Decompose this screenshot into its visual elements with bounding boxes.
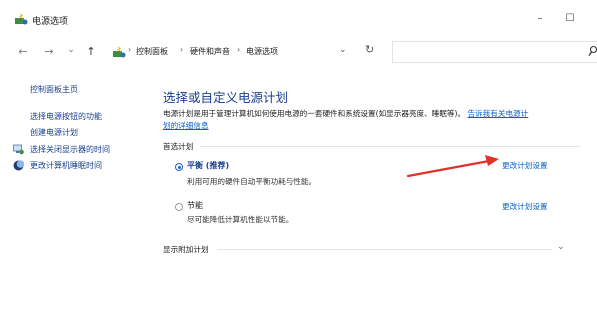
plan-power-saver-description: 尽可能降低计算机性能以节能。 <box>187 215 294 224</box>
maximize-button[interactable]: ☐ <box>561 10 579 28</box>
plan-balanced-description: 利用可用的硬件自动平衡功耗与性能。 <box>187 177 317 186</box>
search-input[interactable] <box>392 41 597 63</box>
back-button[interactable]: ← <box>16 45 30 58</box>
section-divider <box>200 146 580 147</box>
sidebar-item-power-button[interactable]: 选择电源按钮的功能 <box>30 111 102 122</box>
address-dropdown-icon[interactable]: ⌄ <box>339 45 347 55</box>
chevron-down-icon[interactable]: ⌄ <box>557 242 565 252</box>
breadcrumb-separator: › <box>180 45 184 54</box>
breadcrumb-hardware-sound[interactable]: 硬件和声音 <box>190 46 230 57</box>
window-title: 电源选项 <box>32 17 69 27</box>
breadcrumb-power-options[interactable]: 电源选项 <box>246 46 278 57</box>
learn-more-link-continued[interactable]: 划的详细信息 <box>163 120 209 131</box>
sidebar-item-display-off-time[interactable]: 选择关闭显示器的时间 <box>30 144 110 155</box>
monitor-power-icon <box>13 144 24 155</box>
title-bar <box>0 0 597 38</box>
power-options-icon <box>15 13 28 25</box>
moon-sleep-icon <box>13 160 24 171</box>
forward-button[interactable]: → <box>42 45 56 58</box>
recent-locations-button[interactable]: ⌄ <box>64 45 78 55</box>
section-divider <box>217 249 552 250</box>
change-plan-settings-link[interactable]: 更改计划设置 <box>502 201 548 212</box>
plan-power-saver-radio[interactable] <box>175 203 183 211</box>
sidebar-item-control-panel-home[interactable]: 控制面板主页 <box>30 84 78 95</box>
breadcrumb-separator: › <box>128 45 132 54</box>
page-title: 选择或自定义电源计划 <box>163 90 289 105</box>
minimize-button[interactable]: – <box>531 10 549 28</box>
plan-power-saver-name[interactable]: 节能 <box>187 200 203 211</box>
learn-more-link[interactable]: 告诉我有关电源计 <box>468 109 529 118</box>
control-panel-icon <box>113 46 126 58</box>
up-button[interactable]: ↑ <box>84 45 98 58</box>
annotation-arrow <box>406 155 499 178</box>
sidebar-item-sleep-time[interactable]: 更改计算机睡眠时间 <box>30 160 102 171</box>
refresh-icon[interactable]: ↻ <box>365 43 374 56</box>
page-description: 电源计划是用于管理计算机如何使用电源的一套硬件和系统设置(如显示器亮度、睡眠等)… <box>163 108 528 119</box>
breadcrumb-control-panel[interactable]: 控制面板 <box>136 46 168 57</box>
preferred-plans-label: 首选计划 <box>163 142 194 151</box>
plan-balanced-radio[interactable] <box>175 163 183 171</box>
sidebar-item-create-plan[interactable]: 创建电源计划 <box>30 127 78 138</box>
breadcrumb-separator: › <box>237 45 241 54</box>
search-icon[interactable] <box>588 45 597 57</box>
plan-balanced-name[interactable]: 平衡 (推荐) <box>187 160 229 171</box>
description-text: 电源计划是用于管理计算机如何使用电源的一套硬件和系统设置(如显示器亮度、睡眠等)… <box>163 109 466 118</box>
show-additional-plans-toggle[interactable]: 显示附加计划 <box>163 244 209 255</box>
change-plan-settings-link[interactable]: 更改计划设置 <box>502 160 548 171</box>
